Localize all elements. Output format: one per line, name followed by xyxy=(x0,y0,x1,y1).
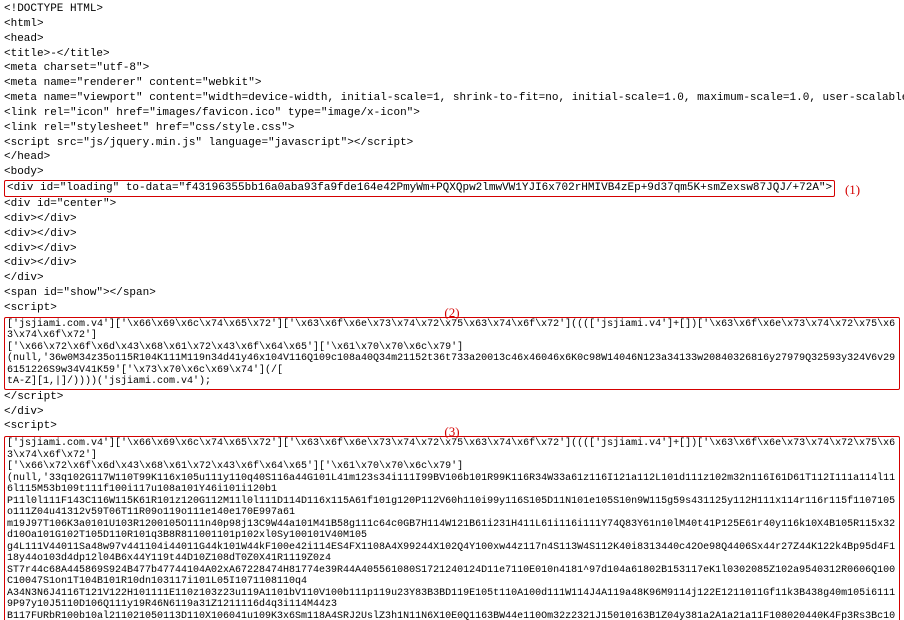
code-line: <meta charset="utf-8"> xyxy=(4,61,900,76)
code-line: <div></div> xyxy=(4,242,900,257)
code-line: <div id="center"> xyxy=(4,197,900,212)
obfuscated-line: ['jsjiami.com.v4']['\x66\x69\x6c\x74\x65… xyxy=(7,438,897,461)
code-screenshot: <!DOCTYPE HTML> <html> <head> <title>-</… xyxy=(0,0,904,620)
code-line: <head> xyxy=(4,32,900,47)
obfuscated-line: B117FURbR100b10al211021050113D110X106041… xyxy=(7,611,897,620)
code-line: <meta name="renderer" content="webkit"> xyxy=(4,76,900,91)
code-line: <body> xyxy=(4,165,900,180)
code-line: <div id="loading" to-data="f43196355bb16… xyxy=(7,182,832,194)
code-line: <div></div> xyxy=(4,227,900,242)
obfuscated-line: tA-Z][1,|]/))))('jsjiami.com.v4'); xyxy=(7,376,897,388)
obfuscated-line: g4L111V44011Sa48w97v441104i44011G44k101W… xyxy=(7,542,897,565)
code-line: <div></div> xyxy=(4,256,900,271)
highlight-box-2: (2) ['jsjiami.com.v4']['\x66\x69\x6c\x74… xyxy=(4,317,900,390)
code-line: <span id="show"></span> xyxy=(4,286,900,301)
obfuscated-line: P11l0l111F143C116W115K61R101z120G112M11l… xyxy=(7,496,897,519)
annotation-label-2: (2) xyxy=(444,304,459,322)
code-line: </div> xyxy=(4,271,900,286)
code-block-mid: <div id="center"> <div></div> <div></div… xyxy=(4,197,900,316)
obfuscated-line: ['\x66\x72\x6f\x6d\x43\x68\x61\x72\x43\x… xyxy=(7,342,897,354)
obfuscated-line: A34N3N6J4116T121V122H101111E110z103z23u1… xyxy=(7,588,897,611)
code-line: <link rel="stylesheet" href="css/style.c… xyxy=(4,121,900,136)
code-line: </div> xyxy=(4,405,900,420)
code-line: <script src="js/jquery.min.js" language=… xyxy=(4,136,900,151)
code-line: <meta name="viewport" content="width=dev… xyxy=(4,91,900,106)
code-line: <!DOCTYPE HTML> xyxy=(4,2,900,17)
obfuscated-line: ST7r44c68A445869S924B477b47744104A02xA67… xyxy=(7,565,897,588)
code-line: <div></div> xyxy=(4,212,900,227)
code-line: </script> xyxy=(4,390,900,405)
obfuscated-line: (null,'33q102G117W110T99K116x105u111y110… xyxy=(7,473,897,496)
obfuscated-line: ['\x66\x72\x6f\x6d\x43\x68\x61\x72\x43\x… xyxy=(7,461,897,473)
obfuscated-line: ['jsjiami.com.v4']['\x66\x69\x6c\x74\x65… xyxy=(7,319,897,342)
code-line: <html> xyxy=(4,17,900,32)
code-line: </head> xyxy=(4,150,900,165)
highlight-box-3: (3) ['jsjiami.com.v4']['\x66\x69\x6c\x74… xyxy=(4,436,900,620)
code-block-top: <!DOCTYPE HTML> <html> <head> <title>-</… xyxy=(4,2,900,180)
annotation-label-3: (3) xyxy=(444,423,459,441)
code-line: <title>-</title> xyxy=(4,47,900,62)
code-line: <link rel="icon" href="images/favicon.ic… xyxy=(4,106,900,121)
annotation-label-1: (1) xyxy=(845,181,860,199)
obfuscated-line: m19J97T106K3a0101U103R1200105O111n40p98j… xyxy=(7,519,897,542)
obfuscated-line: (null,'36w0M34z35o115R104K111M119n34d41y… xyxy=(7,353,897,376)
highlight-box-1: <div id="loading" to-data="f43196355bb16… xyxy=(4,180,835,197)
